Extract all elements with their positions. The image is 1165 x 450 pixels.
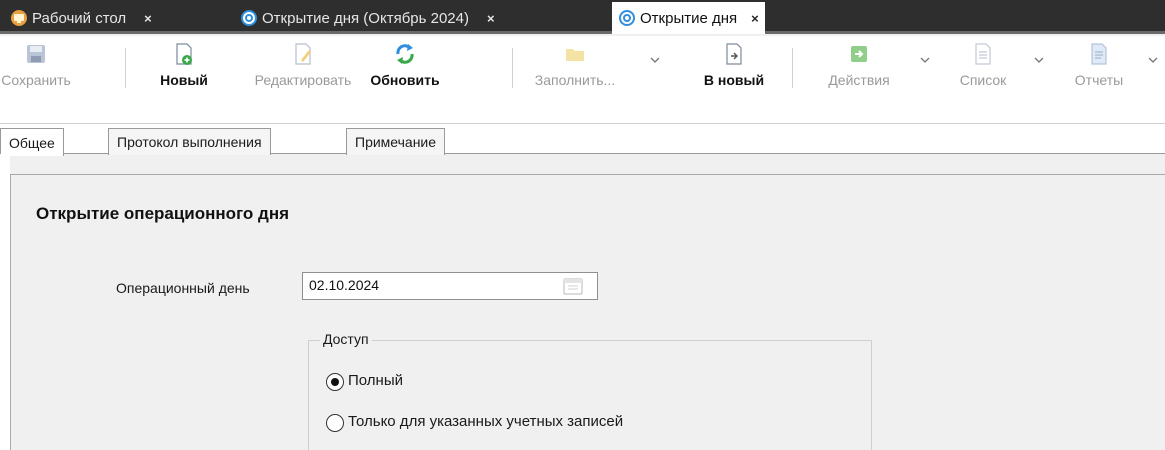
- doc-tab-label: Открытие дня (Октябрь 2024): [262, 9, 469, 27]
- operational-day-input[interactable]: 02.10.2024: [302, 272, 598, 300]
- doc-tab-label: Рабочий стол: [32, 9, 127, 27]
- tab-general[interactable]: Общее: [0, 128, 64, 156]
- access-group-title: Доступ: [320, 331, 372, 347]
- toolbar-separator: [125, 48, 126, 88]
- access-full-label: Полный: [348, 372, 403, 389]
- fill-button[interactable]: Заполнить...: [530, 40, 620, 124]
- doc-tab-desktop[interactable]: Рабочий стол ×: [4, 3, 158, 33]
- fill-label: Заполнить...: [534, 72, 616, 88]
- toolbar: Сохранить Новый Редактировать Обновить З…: [0, 36, 1165, 124]
- refresh-label: Обновить: [370, 72, 440, 88]
- refresh-button[interactable]: Обновить: [366, 40, 444, 124]
- list-icon: [975, 43, 991, 65]
- edit-label: Редактировать: [254, 72, 352, 88]
- reports-label: Отчеты: [1074, 72, 1124, 88]
- toolbar-separator: [512, 48, 513, 88]
- tab-execution-log[interactable]: Протокол выполнения: [108, 128, 271, 155]
- form-tab-bar: Общее Протокол выполнения Примечание: [0, 124, 1165, 156]
- actions-label: Действия: [828, 72, 890, 88]
- report-icon: [1091, 43, 1107, 65]
- list-label: Список: [959, 72, 1007, 88]
- new-document-icon: [176, 43, 192, 65]
- to-new-button[interactable]: В новый: [696, 40, 772, 124]
- doc-tab-day-open[interactable]: Открытие дня ×: [612, 2, 765, 34]
- tab-notes[interactable]: Примечание: [346, 128, 446, 155]
- save-button[interactable]: Сохранить: [0, 40, 72, 124]
- refresh-icon: [396, 44, 414, 64]
- doc-tab-label: Открытие дня: [640, 9, 738, 27]
- desktop-icon: [10, 9, 28, 27]
- panel-margin: [0, 154, 10, 450]
- access-full-radio[interactable]: [326, 373, 344, 391]
- chevron-down-icon[interactable]: [650, 56, 660, 64]
- document-tab-bar: Рабочий стол × Открытие дня (Октябрь 202…: [0, 0, 1165, 34]
- doc-tab-day-open-october[interactable]: Открытие дня (Октябрь 2024) ×: [234, 3, 501, 33]
- toolbar-separator: [792, 48, 793, 88]
- run-actions-icon: [851, 46, 867, 62]
- list-button[interactable]: Список: [950, 40, 1016, 124]
- new-label: Новый: [160, 72, 208, 88]
- reports-button[interactable]: Отчеты: [1064, 40, 1134, 124]
- edit-document-icon: [295, 43, 311, 65]
- chevron-down-icon[interactable]: [920, 56, 930, 64]
- chevron-down-icon[interactable]: [1148, 56, 1158, 64]
- save-label: Сохранить: [1, 72, 71, 88]
- copy-to-new-icon: [726, 43, 742, 65]
- calendar-icon[interactable]: [562, 276, 584, 296]
- new-button[interactable]: Новый: [152, 40, 216, 124]
- close-icon[interactable]: ×: [751, 11, 759, 26]
- day-open-icon: [618, 9, 636, 27]
- chevron-down-icon[interactable]: [1034, 56, 1044, 64]
- operational-day-label: Операционный день: [116, 280, 250, 296]
- close-icon[interactable]: ×: [144, 11, 152, 26]
- edit-button[interactable]: Редактировать: [248, 40, 358, 124]
- access-restricted-label: Только для указанных учетных записей: [348, 413, 624, 430]
- to-new-label: В новый: [703, 72, 765, 88]
- page-title: Открытие операционного дня: [36, 204, 290, 223]
- day-open-icon: [240, 9, 258, 27]
- actions-button[interactable]: Действия: [814, 40, 904, 124]
- folder-icon: [566, 49, 584, 61]
- close-icon[interactable]: ×: [487, 11, 495, 26]
- access-group: [308, 340, 872, 450]
- floppy-disk-icon: [27, 45, 45, 63]
- access-restricted-radio[interactable]: [326, 414, 344, 432]
